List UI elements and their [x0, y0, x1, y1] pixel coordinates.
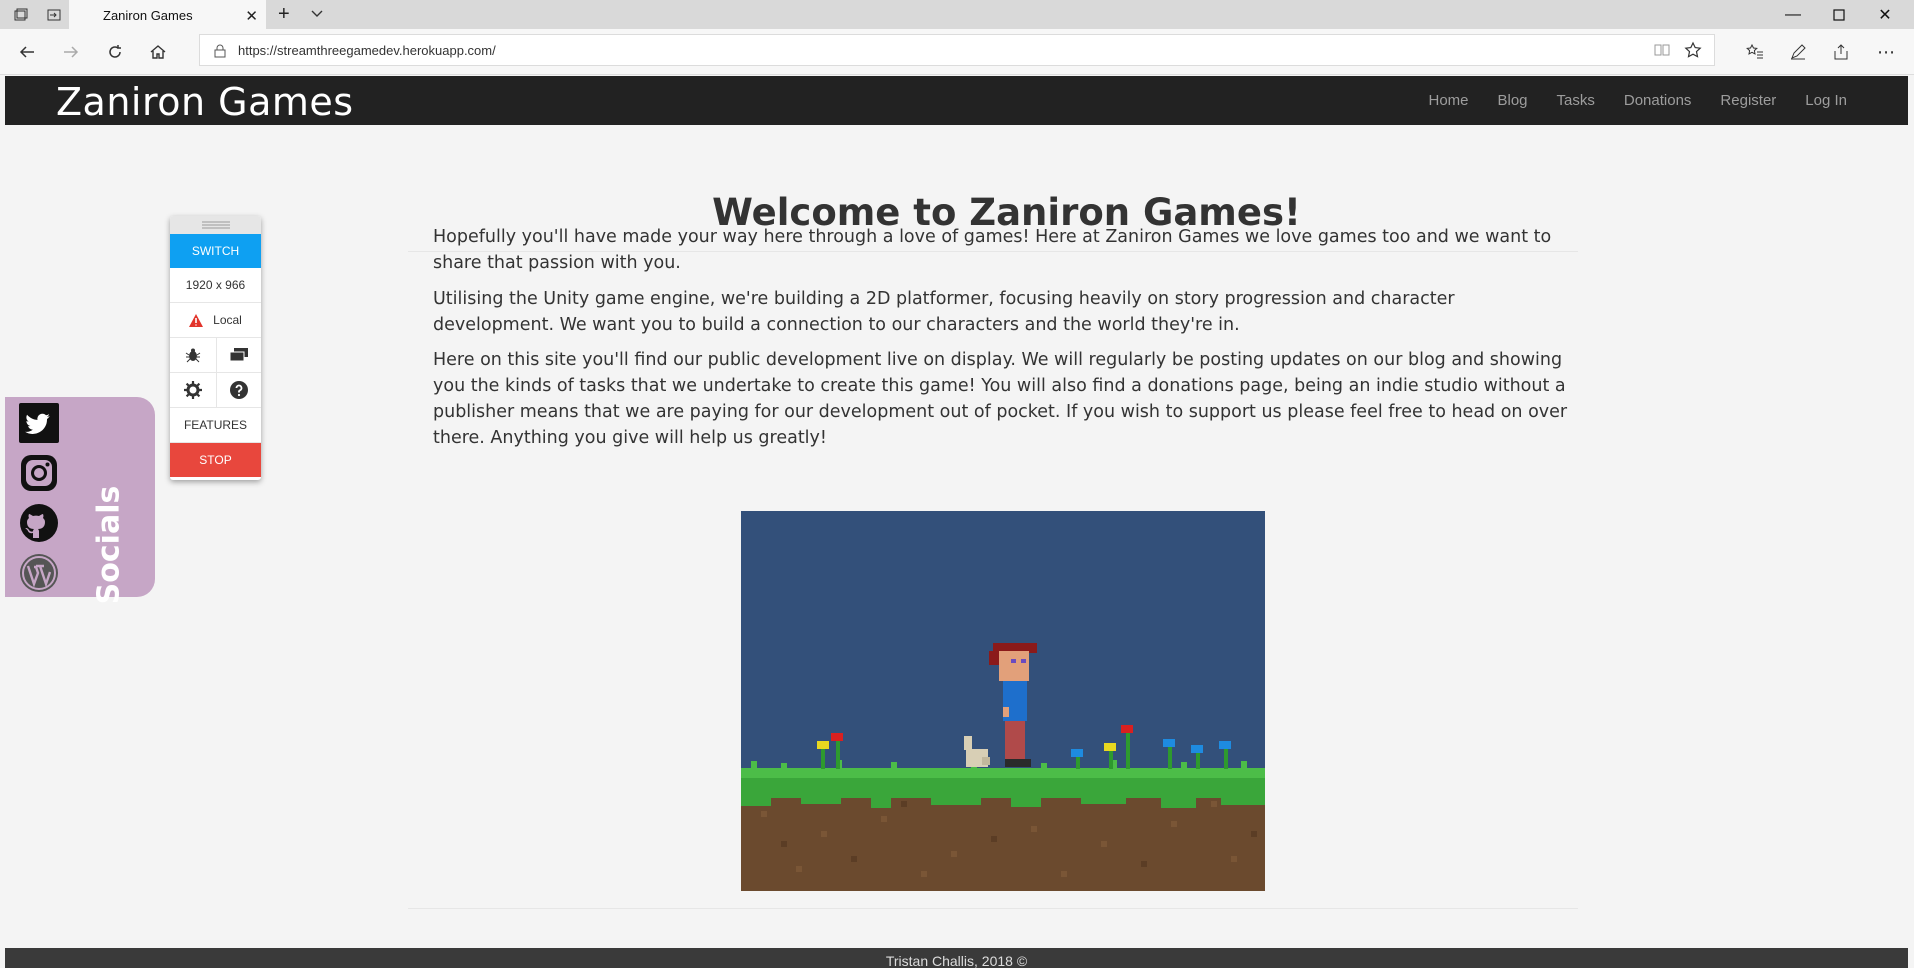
help-icon[interactable] — [215, 373, 262, 407]
nav-blog[interactable]: Blog — [1498, 92, 1528, 109]
development-paragraph: Here on this site you'll find our public… — [433, 350, 1568, 448]
favorite-star-icon[interactable] — [1684, 41, 1702, 63]
nav-tasks[interactable]: Tasks — [1557, 92, 1595, 109]
new-tab-icon[interactable]: + — [278, 3, 290, 26]
intro-paragraph: Hopefully you'll have made your way here… — [433, 227, 1552, 273]
instagram-icon[interactable] — [19, 453, 59, 493]
site-brand[interactable]: Zaniron Games — [56, 80, 354, 124]
maximize-icon[interactable] — [1816, 3, 1862, 27]
wordpress-icon[interactable] — [19, 553, 59, 593]
footer-text: Tristan Challis, 2018 © — [885, 953, 1028, 968]
close-tab-icon[interactable]: ✕ — [245, 7, 258, 25]
game-screenshot-image — [741, 511, 1265, 891]
screens-icon[interactable] — [215, 338, 262, 372]
content-divider — [408, 908, 1578, 909]
drag-handle[interactable] — [170, 216, 261, 234]
browser-tab-bar: Zaniron Games ✕ + — ✕ — [0, 0, 1914, 29]
reading-view-icon[interactable] — [1654, 42, 1670, 62]
back-arrow-icon[interactable] — [13, 38, 41, 66]
address-bar[interactable]: https://streamthreegamedev.herokuapp.com… — [199, 34, 1715, 66]
site-nav: Home Blog Tasks Donations Register Log I… — [1428, 92, 1847, 109]
responsive-toolbar: SWITCH 1920 x 966 Local FEATURES STOP — [170, 216, 261, 480]
tab-title: Zaniron Games — [103, 8, 193, 23]
environment-row[interactable]: Local — [170, 303, 261, 338]
site-footer: Tristan Challis, 2018 © — [5, 948, 1908, 968]
more-options-icon[interactable]: ⋯ — [1872, 38, 1900, 66]
forward-arrow-icon[interactable] — [57, 38, 85, 66]
chevron-down-icon[interactable] — [310, 6, 324, 25]
home-icon[interactable] — [144, 38, 172, 66]
stop-button[interactable]: STOP — [170, 443, 261, 477]
set-aside-tabs-icon[interactable] — [44, 5, 64, 25]
url-text: https://streamthreegamedev.herokuapp.com… — [238, 43, 496, 58]
tool-icon-row-1 — [170, 338, 261, 373]
minimize-icon[interactable]: — — [1770, 3, 1816, 27]
engine-paragraph: Utilising the Unity game engine, we're b… — [433, 289, 1455, 335]
nav-donations[interactable]: Donations — [1624, 92, 1692, 109]
switch-button[interactable]: SWITCH — [170, 234, 261, 268]
environment-label: Local — [213, 313, 242, 327]
nav-register[interactable]: Register — [1720, 92, 1776, 109]
bug-icon[interactable] — [170, 338, 216, 372]
tool-icon-row-2 — [170, 373, 261, 408]
github-icon[interactable] — [19, 503, 59, 543]
site-header: Zaniron Games Home Blog Tasks Donations … — [5, 76, 1908, 125]
share-icon[interactable] — [1827, 38, 1855, 66]
twitter-icon[interactable] — [19, 403, 59, 443]
socials-panel: Socials — [5, 397, 155, 604]
socials-label: Socials — [91, 485, 127, 605]
features-button[interactable]: FEATURES — [170, 408, 261, 443]
tab-preview-icon[interactable] — [11, 5, 31, 25]
pen-icon[interactable] — [1784, 38, 1812, 66]
gear-icon[interactable] — [170, 373, 216, 407]
web-page: Zaniron Games Home Blog Tasks Donations … — [5, 76, 1908, 968]
warning-icon — [189, 313, 204, 327]
nav-login[interactable]: Log In — [1805, 92, 1847, 109]
resolution-display: 1920 x 966 — [170, 268, 261, 303]
close-window-icon[interactable]: ✕ — [1862, 3, 1908, 27]
refresh-icon[interactable] — [101, 38, 129, 66]
favorites-list-icon[interactable] — [1741, 38, 1769, 66]
browser-tab[interactable]: Zaniron Games ✕ — [69, 0, 266, 29]
nav-home[interactable]: Home — [1428, 92, 1468, 109]
browser-nav-bar: https://streamthreegamedev.herokuapp.com… — [0, 29, 1914, 75]
lock-icon — [214, 43, 226, 62]
